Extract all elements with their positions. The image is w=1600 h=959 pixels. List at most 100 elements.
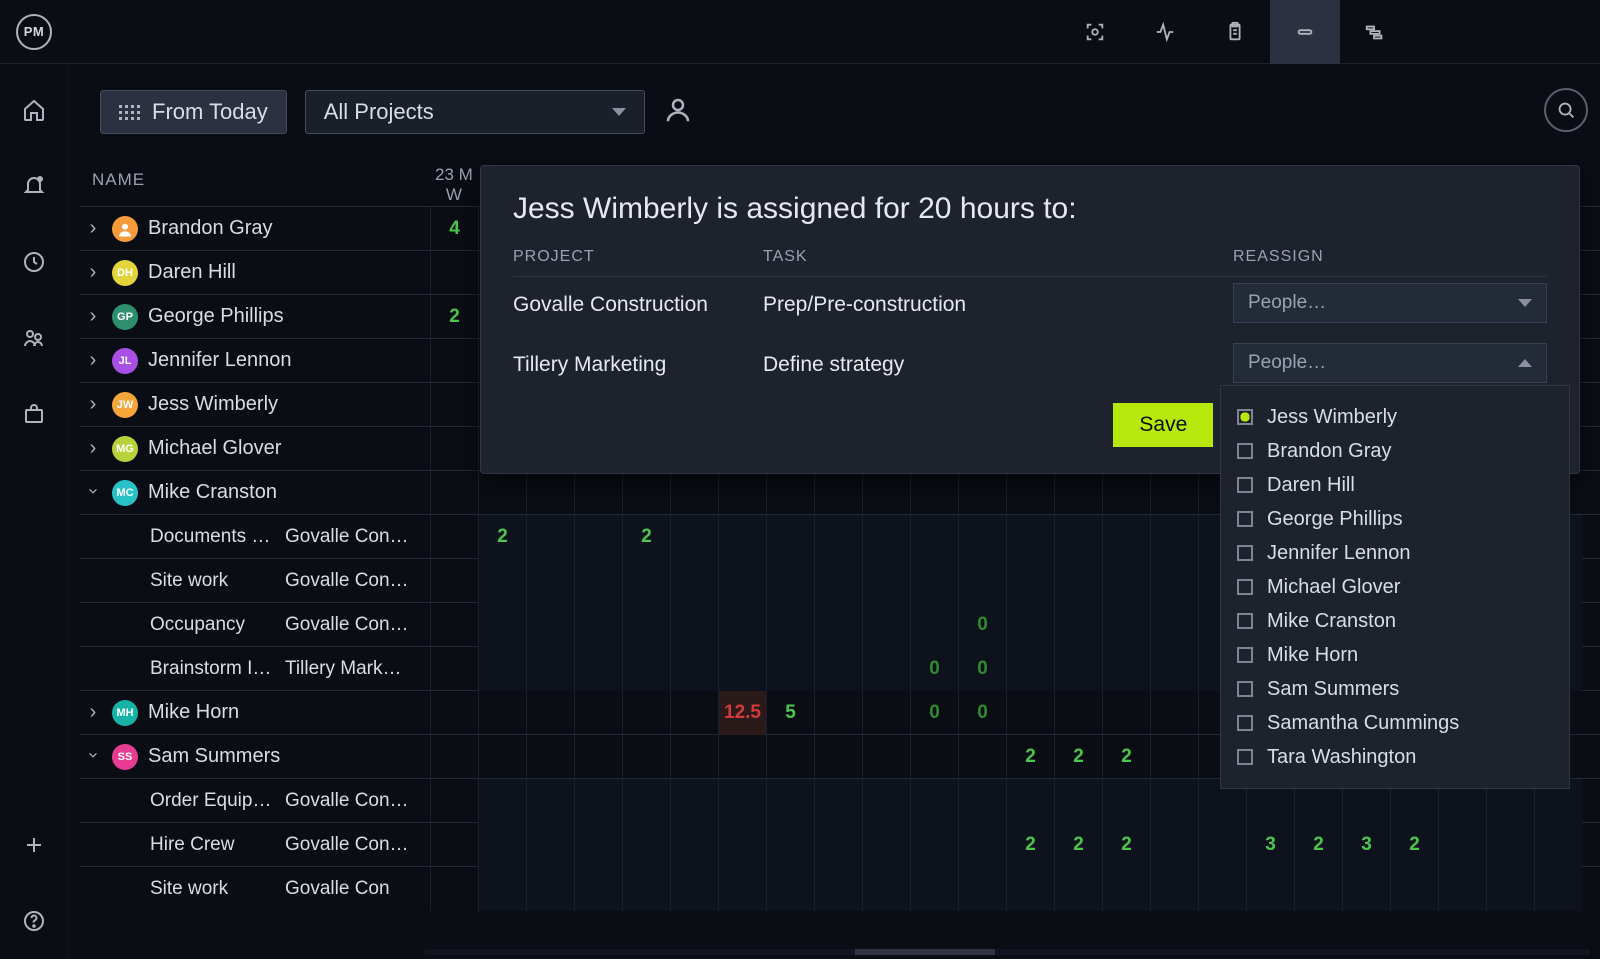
workload-icon[interactable]	[1270, 0, 1340, 64]
workload-cell[interactable]	[430, 559, 478, 603]
workload-cell[interactable]	[1006, 779, 1054, 823]
workload-cell[interactable]: 2	[430, 295, 478, 339]
workload-cell[interactable]	[1102, 603, 1150, 647]
workload-cell[interactable]	[1102, 691, 1150, 735]
workload-cell[interactable]	[718, 867, 766, 911]
workload-cell[interactable]	[670, 867, 718, 911]
workload-cell[interactable]	[814, 471, 862, 515]
workload-cell[interactable]	[814, 603, 862, 647]
workload-cell[interactable]: 2	[622, 515, 670, 559]
workload-cell[interactable]	[430, 515, 478, 559]
add-icon[interactable]	[16, 827, 52, 863]
workload-cell[interactable]	[430, 779, 478, 823]
help-icon[interactable]	[16, 903, 52, 939]
workload-cell[interactable]	[430, 427, 478, 471]
workload-cell[interactable]	[670, 779, 718, 823]
workload-cell[interactable]	[910, 603, 958, 647]
workload-cell[interactable]	[670, 559, 718, 603]
expand-icon[interactable]	[80, 261, 106, 284]
workload-cell[interactable]	[622, 559, 670, 603]
workload-cell[interactable]	[910, 471, 958, 515]
workload-cell[interactable]	[1486, 823, 1534, 867]
search-button[interactable]	[1544, 88, 1588, 132]
workload-cell[interactable]	[718, 515, 766, 559]
workload-cell[interactable]: 3	[1342, 823, 1390, 867]
expand-icon[interactable]	[80, 437, 106, 460]
workload-cell[interactable]	[1006, 647, 1054, 691]
workload-cell[interactable]	[718, 559, 766, 603]
save-button[interactable]: Save	[1113, 403, 1213, 447]
workload-cell[interactable]	[622, 867, 670, 911]
people-option[interactable]: Samantha Cummings	[1237, 706, 1553, 740]
workload-cell[interactable]	[622, 779, 670, 823]
workload-cell[interactable]	[430, 691, 478, 735]
workload-cell[interactable]: 2	[1054, 735, 1102, 779]
workload-cell[interactable]	[814, 515, 862, 559]
workload-cell[interactable]: 2	[1102, 823, 1150, 867]
workload-cell[interactable]: 5	[766, 691, 814, 735]
workload-cell[interactable]	[622, 823, 670, 867]
workload-cell[interactable]	[958, 559, 1006, 603]
workload-cell[interactable]	[910, 735, 958, 779]
workload-cell[interactable]	[670, 603, 718, 647]
checkbox-icon[interactable]	[1237, 681, 1253, 697]
workload-cell[interactable]	[670, 823, 718, 867]
workload-cell[interactable]	[718, 779, 766, 823]
workload-cell[interactable]	[1006, 515, 1054, 559]
workload-cell[interactable]	[766, 603, 814, 647]
workload-cell[interactable]	[1198, 867, 1246, 911]
people-option[interactable]: Brandon Gray	[1237, 434, 1553, 468]
workload-cell[interactable]	[1438, 867, 1486, 911]
workload-cell[interactable]	[478, 823, 526, 867]
workload-cell[interactable]	[478, 779, 526, 823]
workload-cell[interactable]	[862, 779, 910, 823]
workload-cell[interactable]	[1054, 647, 1102, 691]
workload-cell[interactable]	[1150, 823, 1198, 867]
home-icon[interactable]	[16, 92, 52, 128]
workload-cell[interactable]	[766, 867, 814, 911]
workload-cell[interactable]	[1102, 867, 1150, 911]
people-option[interactable]: Mike Cranston	[1237, 604, 1553, 638]
projects-icon[interactable]	[16, 396, 52, 432]
workload-cell[interactable]	[574, 647, 622, 691]
workload-cell[interactable]	[526, 603, 574, 647]
gantt-icon[interactable]	[1340, 0, 1410, 64]
scroll-thumb[interactable]	[855, 949, 995, 955]
workload-cell[interactable]	[862, 471, 910, 515]
workload-cell[interactable]	[910, 867, 958, 911]
workload-cell[interactable]	[526, 867, 574, 911]
checkbox-icon[interactable]	[1237, 715, 1253, 731]
workload-cell[interactable]	[430, 867, 478, 911]
workload-cell[interactable]	[718, 603, 766, 647]
workload-cell[interactable]	[478, 867, 526, 911]
workload-cell[interactable]	[1102, 779, 1150, 823]
workload-cell[interactable]	[430, 647, 478, 691]
people-option[interactable]: Mike Horn	[1237, 638, 1553, 672]
workload-cell[interactable]	[910, 823, 958, 867]
workload-cell[interactable]	[1150, 559, 1198, 603]
workload-cell[interactable]	[958, 735, 1006, 779]
workload-cell[interactable]	[1150, 603, 1198, 647]
people-option[interactable]: Tara Washington	[1237, 740, 1553, 774]
workload-cell[interactable]	[670, 735, 718, 779]
workload-cell[interactable]	[1150, 779, 1198, 823]
expand-icon[interactable]	[80, 349, 106, 372]
workload-cell[interactable]	[814, 559, 862, 603]
workload-cell[interactable]	[1390, 867, 1438, 911]
workload-cell[interactable]	[862, 603, 910, 647]
workload-cell[interactable]	[574, 867, 622, 911]
people-option[interactable]: Michael Glover	[1237, 570, 1553, 604]
from-today-button[interactable]: From Today	[100, 90, 287, 134]
workload-cell[interactable]	[1006, 559, 1054, 603]
workload-cell[interactable]	[910, 779, 958, 823]
project-filter-select[interactable]: All Projects	[305, 90, 645, 134]
workload-cell[interactable]	[526, 779, 574, 823]
collapse-icon[interactable]	[80, 748, 106, 765]
workload-cell[interactable]	[478, 603, 526, 647]
workload-cell[interactable]	[430, 383, 478, 427]
workload-cell[interactable]	[1054, 515, 1102, 559]
workload-cell[interactable]	[430, 823, 478, 867]
checkbox-icon[interactable]	[1237, 579, 1253, 595]
workload-cell[interactable]	[1102, 559, 1150, 603]
reassign-select-0[interactable]: People…	[1233, 283, 1547, 323]
